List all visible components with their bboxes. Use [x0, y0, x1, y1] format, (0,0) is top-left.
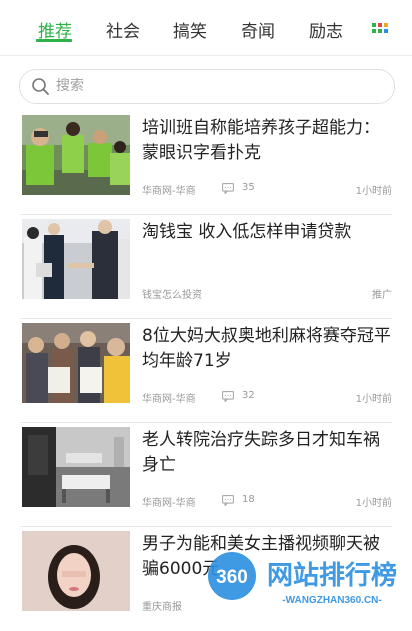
comment-count: 18 [242, 494, 255, 505]
news-time: 1小时前 [355, 186, 392, 197]
active-tab-indicator [36, 39, 72, 42]
news-source: 华商网-华商 [142, 498, 196, 509]
news-meta: 华商网-华商 18 1小时前 [142, 494, 392, 509]
watermark-url: -WANGZHAN360.CN- [282, 595, 381, 606]
news-thumbnail [22, 323, 130, 403]
site-watermark: 360 网站排行榜 -WANGZHAN360.CN- [208, 552, 397, 606]
comment-icon [222, 495, 234, 506]
grid-menu-icon[interactable] [372, 23, 389, 34]
news-meta: 华商网-华商 32 1小时前 [142, 390, 392, 405]
news-source: 重庆商报 [142, 602, 182, 613]
news-meta: 钱宝怎么投资 推广 [142, 286, 392, 301]
tab-society[interactable]: 社会 [106, 17, 140, 42]
news-item[interactable]: 8位大妈大叔奥地利麻将赛夺冠平均年龄71岁 华商网-华商 32 1小时前 [0, 319, 412, 423]
news-time: 1小时前 [355, 394, 392, 405]
search-input[interactable] [56, 76, 376, 96]
ad-label: 推广 [372, 290, 392, 301]
news-source: 钱宝怎么投资 [142, 290, 202, 301]
comment-icon [222, 183, 234, 194]
search-bar[interactable] [19, 69, 395, 104]
news-item[interactable]: 老人转院治疗失踪多日才知车祸身亡 华商网-华商 18 1小时前 [0, 423, 412, 527]
comment-icon [222, 391, 234, 402]
news-item[interactable]: 培训班自称能培养孩子超能力：蒙眼识字看扑克 华商网-华商 35 1小时前 [0, 111, 412, 215]
tab-oddities[interactable]: 奇闻 [241, 17, 275, 42]
comment-count: 35 [242, 182, 255, 193]
search-icon [32, 78, 49, 95]
news-meta: 华商网-华商 35 1小时前 [142, 182, 392, 197]
category-tab-bar: 推荐 社会 搞笑 奇闻 励志 [0, 0, 412, 56]
news-thumbnail [22, 427, 130, 507]
tab-inspirational[interactable]: 励志 [309, 17, 343, 42]
watermark-badge: 360 [216, 567, 248, 588]
watermark-brand: 网站排行榜 [267, 560, 397, 591]
news-time: 1小时前 [355, 498, 392, 509]
news-title: 淘钱宝 收入低怎样申请贷款 [142, 222, 352, 242]
news-title: 8位大妈大叔奥地利麻将赛夺冠平均年龄71岁 [142, 326, 391, 371]
news-title: 老人转院治疗失踪多日才知车祸身亡 [142, 430, 380, 475]
comment-count: 32 [242, 390, 255, 401]
news-item[interactable]: 淘钱宝 收入低怎样申请贷款 钱宝怎么投资 推广 [0, 215, 412, 319]
news-thumbnail [22, 115, 130, 195]
tab-funny[interactable]: 搞笑 [173, 17, 207, 42]
news-title: 培训班自称能培养孩子超能力：蒙眼识字看扑克 [142, 118, 380, 163]
news-source: 华商网-华商 [142, 186, 196, 197]
news-thumbnail [22, 531, 130, 611]
news-thumbnail [22, 219, 130, 299]
news-source: 华商网-华商 [142, 394, 196, 405]
